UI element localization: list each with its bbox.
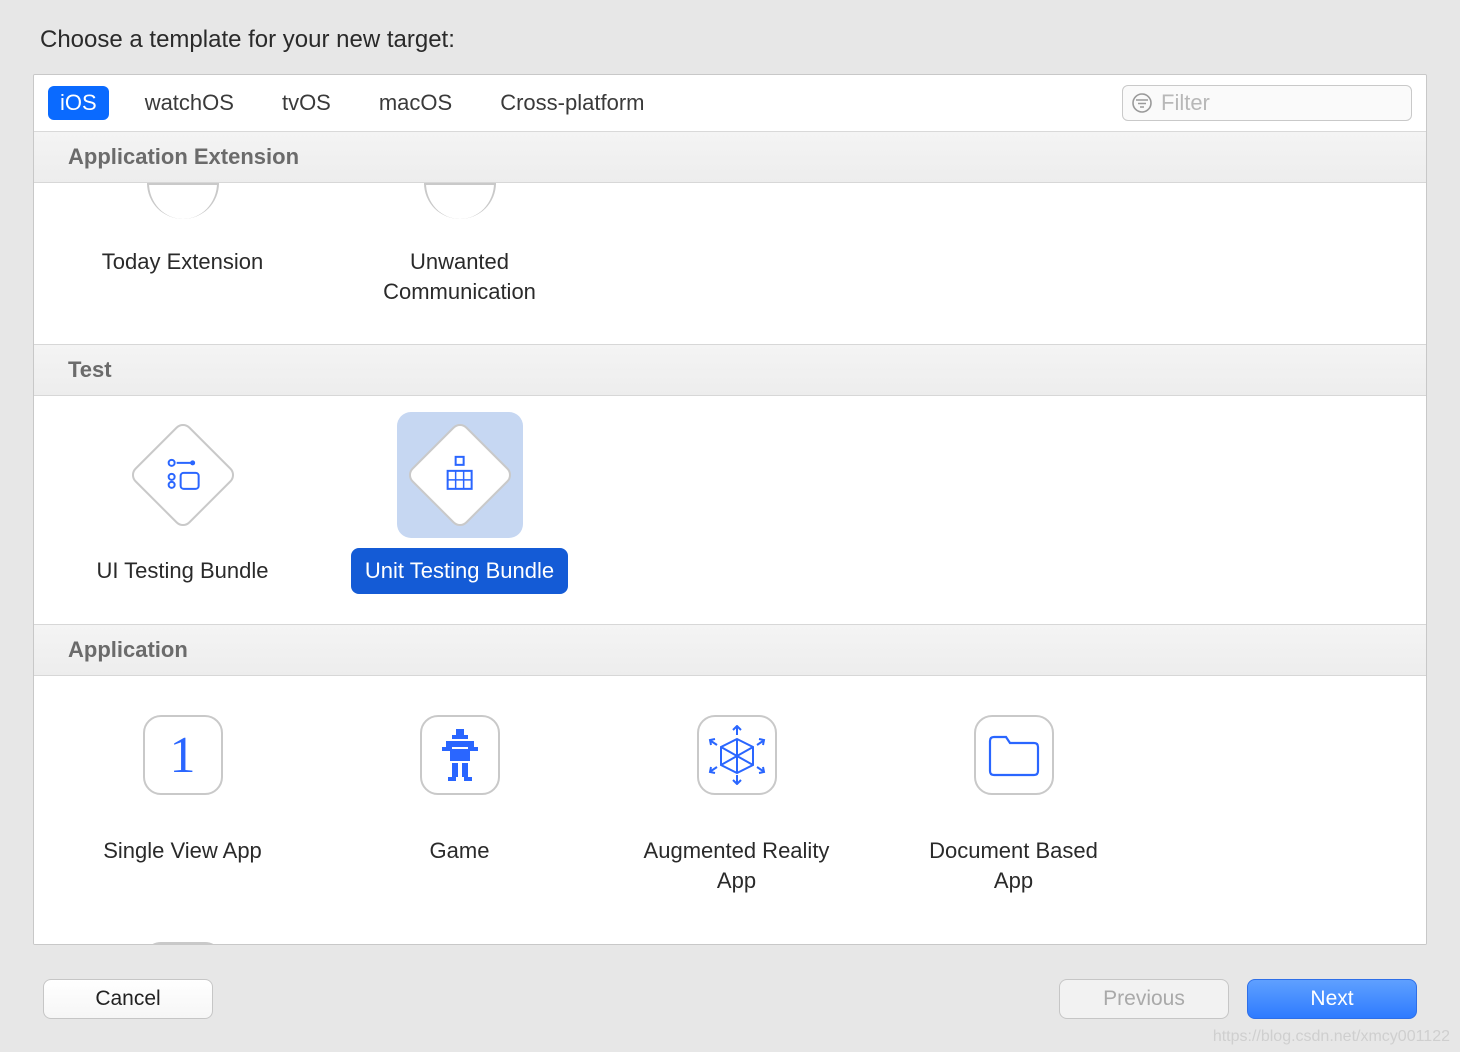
template-document-app[interactable]: Document Based App	[875, 676, 1152, 903]
template-unit-testing-bundle[interactable]: Unit Testing Bundle	[321, 396, 598, 594]
today-icon	[120, 183, 246, 229]
filter-icon	[1131, 92, 1153, 114]
tab-watchos[interactable]: watchOS	[133, 86, 246, 120]
template-game[interactable]: Game	[321, 676, 598, 903]
section-header-application: Application	[34, 624, 1426, 676]
template-scroll[interactable]: Application Extension Today Extension Un…	[34, 132, 1426, 944]
filter-field[interactable]	[1122, 85, 1412, 121]
section-body-application: 1 Single View App	[34, 676, 1426, 944]
single-view-icon: 1	[120, 692, 246, 818]
template-label: Unwanted Communication	[340, 239, 580, 314]
master-detail-icon	[120, 919, 246, 944]
template-label: Today Extension	[88, 239, 277, 285]
template-ui-testing-bundle[interactable]: UI Testing Bundle	[44, 396, 321, 594]
template-label: Unit Testing Bundle	[351, 548, 568, 594]
watermark-text: https://blog.csdn.net/xmcy001122	[1213, 1028, 1450, 1046]
tab-crossplatform[interactable]: Cross-platform	[488, 86, 656, 120]
template-sheet: iOS watchOS tvOS macOS Cross-platform Ap…	[33, 74, 1427, 945]
template-label: Single View App	[89, 828, 276, 874]
unwanted-icon	[397, 183, 523, 229]
tab-ios[interactable]: iOS	[48, 86, 109, 120]
template-label: Game	[416, 828, 504, 874]
dialog-title: Choose a template for your new target:	[33, 0, 1427, 74]
template-ar-app[interactable]: Augmented Reality App	[598, 676, 875, 903]
section-body-test: UI Testing Bundle	[34, 396, 1426, 624]
template-master-detail-app[interactable]: Master-Detail App	[44, 903, 321, 944]
platform-tabbar: iOS watchOS tvOS macOS Cross-platform	[34, 75, 1426, 132]
template-today-extension[interactable]: Today Extension	[44, 183, 321, 314]
ui-test-icon	[120, 412, 246, 538]
template-label: Augmented Reality App	[617, 828, 857, 903]
section-body-extension: Today Extension Unwanted Communication	[34, 183, 1426, 344]
game-icon	[397, 692, 523, 818]
template-unwanted-communication[interactable]: Unwanted Communication	[321, 183, 598, 314]
next-button[interactable]: Next	[1247, 979, 1417, 1019]
document-icon	[951, 692, 1077, 818]
section-header-test: Test	[34, 344, 1426, 396]
previous-button[interactable]: Previous	[1059, 979, 1229, 1019]
template-label: UI Testing Bundle	[82, 548, 282, 594]
tab-macos[interactable]: macOS	[367, 86, 464, 120]
section-header-extension: Application Extension	[34, 132, 1426, 183]
unit-test-icon	[397, 412, 523, 538]
template-single-view-app[interactable]: 1 Single View App	[44, 676, 321, 903]
template-label: Document Based App	[894, 828, 1134, 903]
ar-icon	[674, 692, 800, 818]
tab-tvos[interactable]: tvOS	[270, 86, 343, 120]
cancel-button[interactable]: Cancel	[43, 979, 213, 1019]
filter-input[interactable]	[1161, 90, 1403, 116]
